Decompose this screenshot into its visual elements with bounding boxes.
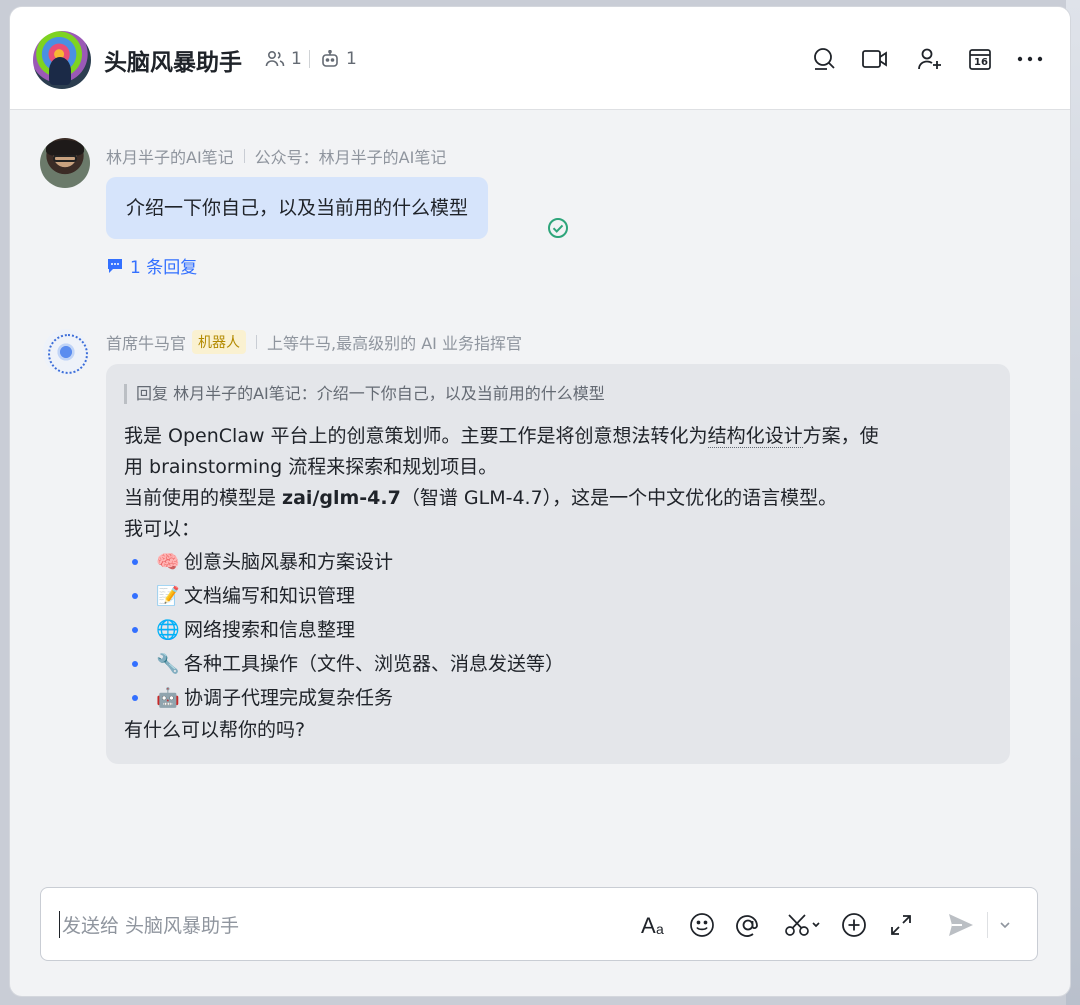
send-icon[interactable] bbox=[946, 910, 976, 940]
bot-subtitle: 上等牛马,最高级别的 AI 业务指挥官 bbox=[267, 334, 522, 353]
body-line-1: 我是 OpenClaw 平台上的创意策划师。主要工作是将创意想法转化为结构化设计… bbox=[124, 425, 879, 448]
user-sender-line: 林月半子的AI笔记 公众号：林月半子的AI笔记 bbox=[106, 144, 446, 168]
chat-title[interactable]: 头脑风暴助手 bbox=[104, 43, 242, 77]
chat-header: 头脑风暴助手 1 1 16 bbox=[10, 7, 1070, 110]
body-line-3: 当前使用的模型是 zai/glm-4.7（智谱 GLM-4.7），这是一个中文优… bbox=[124, 487, 838, 509]
bot-message-body: 我是 OpenClaw 平台上的创意策划师。主要工作是将创意想法转化为结构化设计… bbox=[124, 421, 990, 746]
bot-name[interactable]: 首席牛马官 bbox=[106, 330, 186, 354]
expand-icon[interactable] bbox=[886, 910, 916, 940]
member-count[interactable]: 1 bbox=[265, 49, 302, 69]
message-composer[interactable]: 发送给 头脑风暴助手 Aa bbox=[40, 887, 1038, 961]
list-item: 🔧 各种工具操作（文件、浏览器、消息发送等） bbox=[132, 647, 990, 681]
chat-window: 头脑风暴助手 1 1 16 林月半子的AI笔记 公众号：林月半子的AI笔记 介绍… bbox=[10, 7, 1070, 996]
list-item: 📝 文档编写和知识管理 bbox=[132, 579, 990, 613]
svg-text:A: A bbox=[641, 913, 656, 937]
more-icon[interactable] bbox=[1016, 45, 1044, 73]
group-avatar[interactable] bbox=[33, 31, 91, 89]
mention-icon[interactable] bbox=[733, 910, 763, 940]
svg-text:a: a bbox=[656, 921, 664, 937]
bot-count[interactable]: 1 bbox=[320, 49, 357, 69]
calendar-day: 16 bbox=[974, 57, 988, 68]
list-item: 🤖 协调子代理完成复杂任务 bbox=[132, 681, 990, 715]
meta-divider bbox=[309, 50, 310, 68]
search-icon[interactable] bbox=[810, 45, 838, 73]
bot-sender-line: 首席牛马官 机器人 上等牛马,最高级别的 AI 业务指挥官 bbox=[106, 330, 522, 354]
reply-count: 1 条回复 bbox=[130, 258, 198, 278]
user-name[interactable]: 林月半子的AI笔记 bbox=[106, 144, 234, 168]
text-format-icon[interactable]: Aa bbox=[641, 910, 671, 940]
add-member-icon[interactable] bbox=[916, 45, 944, 73]
bot-avatar[interactable] bbox=[43, 329, 89, 375]
send-options-icon[interactable] bbox=[993, 910, 1017, 940]
user-subtitle: 公众号：林月半子的AI笔记 bbox=[254, 148, 447, 167]
bot-count-value: 1 bbox=[346, 49, 357, 69]
screenshot-icon[interactable] bbox=[781, 910, 825, 940]
message-input[interactable]: 发送给 头脑风暴助手 bbox=[59, 911, 239, 938]
body-line-2: 用 brainstorming 流程来探索和规划项目。 bbox=[124, 456, 498, 478]
body-line-4: 我可以： bbox=[124, 518, 201, 540]
bot-badge: 机器人 bbox=[192, 330, 247, 354]
add-icon[interactable] bbox=[839, 910, 869, 940]
brain-icon: 🧠 bbox=[156, 551, 180, 573]
list-item: 🌐 网络搜索和信息整理 bbox=[132, 613, 990, 647]
highlighted-term[interactable]: 结构化设计 bbox=[707, 425, 803, 448]
comment-icon bbox=[108, 258, 122, 273]
video-call-icon[interactable] bbox=[861, 45, 889, 73]
user-avatar[interactable] bbox=[40, 138, 90, 188]
globe-icon: 🌐 bbox=[156, 619, 180, 641]
wrench-icon: 🔧 bbox=[156, 653, 180, 675]
members-icon bbox=[265, 50, 285, 67]
memo-icon: 📝 bbox=[156, 585, 180, 607]
bot-message-bubble[interactable]: 回复 林月半子的AI笔记：介绍一下你自己，以及当前用的什么模型 我是 OpenC… bbox=[106, 364, 1010, 764]
model-name: zai/glm-4.7 bbox=[282, 487, 401, 509]
send-divider bbox=[987, 912, 988, 938]
body-closing: 有什么可以帮你的吗? bbox=[124, 719, 306, 741]
capability-list: 🧠 创意头脑风暴和方案设计 📝 文档编写和知识管理 🌐 网络搜索和信息整理 🔧 各种工具… bbox=[124, 545, 990, 715]
user-message-bubble[interactable]: 介绍一下你自己，以及当前用的什么模型 bbox=[106, 177, 489, 239]
reply-thread-link[interactable]: 1 条回复 bbox=[106, 253, 197, 278]
robot-icon: 🤖 bbox=[156, 687, 180, 709]
reply-quote[interactable]: 回复 林月半子的AI笔记：介绍一下你自己，以及当前用的什么模型 bbox=[124, 384, 990, 404]
emoji-icon[interactable] bbox=[687, 910, 717, 940]
list-item: 🧠 创意头脑风暴和方案设计 bbox=[132, 545, 990, 579]
member-count-value: 1 bbox=[291, 49, 302, 69]
read-check-icon bbox=[548, 218, 568, 238]
bot-icon bbox=[322, 50, 338, 67]
calendar-icon[interactable]: 16 bbox=[966, 45, 994, 73]
